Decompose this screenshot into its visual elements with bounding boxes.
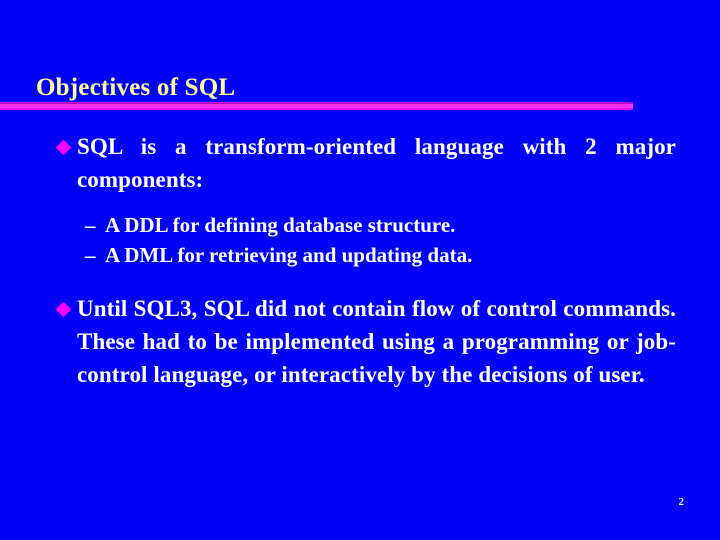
slide-body: SQL is a transform-oriented language wit… xyxy=(0,130,720,391)
sub-bullet-list-1: – A DDL for defining database structure.… xyxy=(0,210,720,270)
title-divider-rule xyxy=(0,102,633,110)
bullet-item-1-text: SQL is a transform-oriented language wit… xyxy=(77,134,676,192)
dash-bullet-icon: – xyxy=(85,243,96,267)
sub-bullet-item-1: – A DDL for defining database structure. xyxy=(0,210,720,240)
bullet-item-1: SQL is a transform-oriented language wit… xyxy=(0,130,720,196)
diamond-bullet-icon xyxy=(55,301,72,318)
page-number: 2 xyxy=(678,496,685,508)
dash-bullet-icon: – xyxy=(85,213,96,237)
sub-bullet-item-2: – A DML for retrieving and updating data… xyxy=(0,240,720,270)
diamond-bullet-icon xyxy=(55,139,72,156)
sub-bullet-item-1-text: A DDL for defining database structure. xyxy=(105,213,456,237)
sub-bullet-item-2-text: A DML for retrieving and updating data. xyxy=(105,243,473,267)
presentation-slide: Objectives of SQL SQL is a transform-ori… xyxy=(0,0,720,540)
page-title: Objectives of SQL xyxy=(36,74,236,101)
bullet-item-2: Until SQL3, SQL did not contain flow of … xyxy=(0,292,720,391)
bullet-item-2-text: Until SQL3, SQL did not contain flow of … xyxy=(77,296,676,387)
